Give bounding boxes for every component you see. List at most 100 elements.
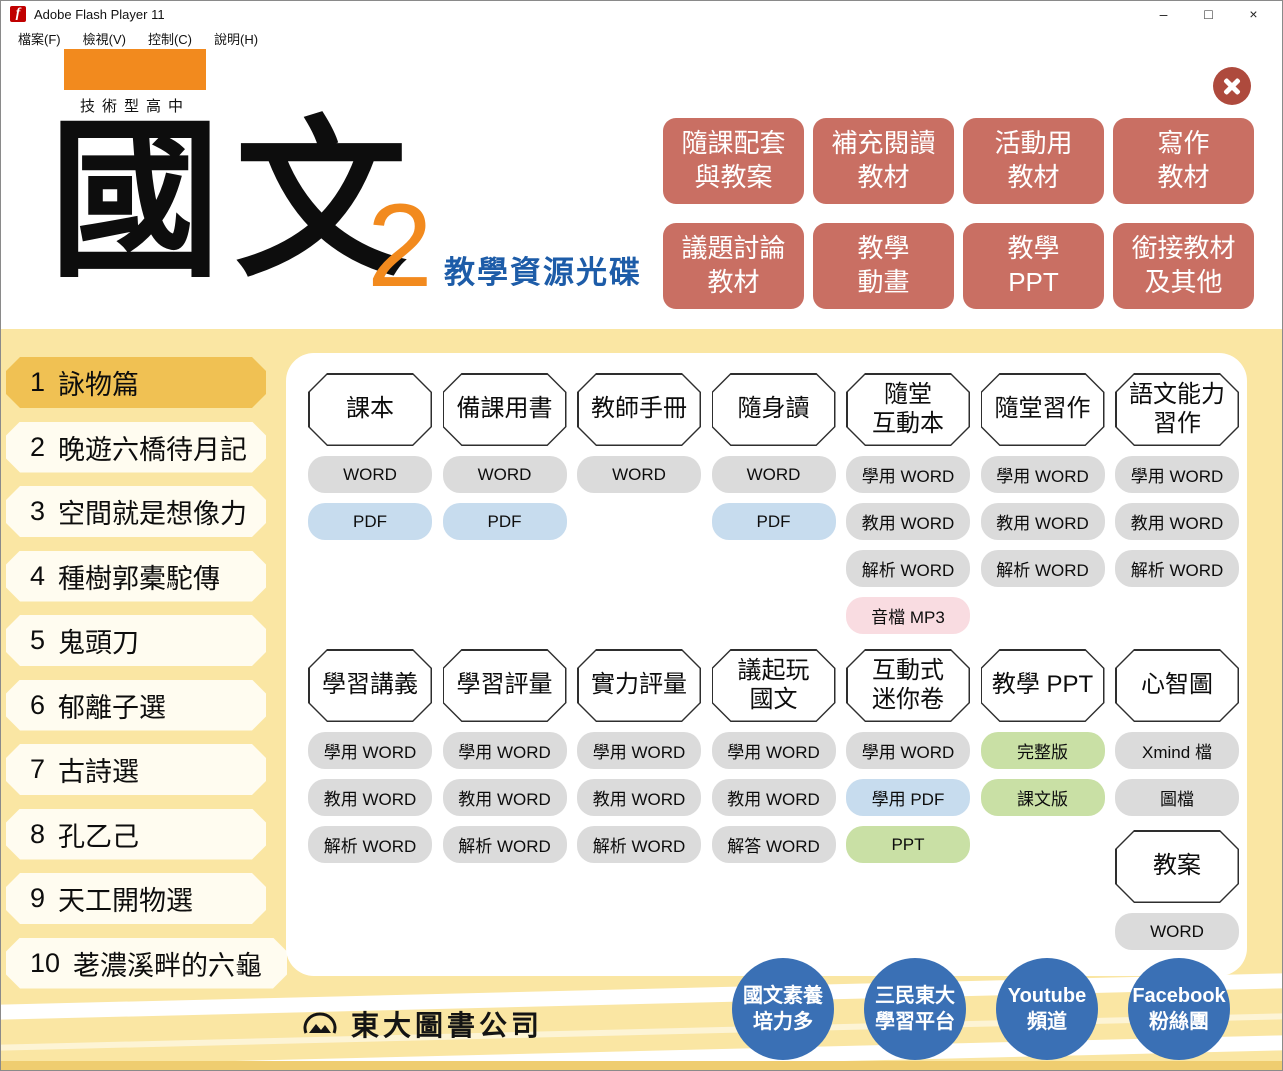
file-button[interactable]: 學用 WORD <box>981 456 1105 493</box>
footer-link-2[interactable]: Youtube頻道 <box>996 958 1098 1060</box>
file-button[interactable]: 教用 WORD <box>308 779 432 816</box>
sidebar-item-lesson-4[interactable]: 4種樹郭橐駝傳 <box>6 551 266 602</box>
file-button[interactable]: WORD <box>577 456 701 493</box>
file-button[interactable]: 解析 WORD <box>308 826 432 863</box>
file-button[interactable]: 學用 WORD <box>712 732 836 769</box>
file-button[interactable]: PDF <box>308 503 432 540</box>
minimize-button[interactable]: – <box>1141 1 1186 27</box>
footer-link-0[interactable]: 國文素養培力多 <box>732 958 834 1060</box>
file-button[interactable]: 解析 WORD <box>577 826 701 863</box>
resource-group-header[interactable]: 課本 <box>308 373 432 446</box>
resource-group-header[interactable]: 教案 <box>1115 830 1239 903</box>
sidebar-item-lesson-2[interactable]: 2晚遊六橋待月記 <box>6 422 266 473</box>
resource-group-header[interactable]: 互動式迷你卷 <box>846 649 970 722</box>
category-button-label: 教材 <box>857 161 909 195</box>
footer-link-label: 頻道 <box>1027 1009 1067 1035</box>
file-button[interactable]: WORD <box>308 456 432 493</box>
file-button[interactable]: PDF <box>712 503 836 540</box>
file-button[interactable]: 解析 WORD <box>846 550 970 587</box>
resource-group-header-label: 隨身讀 <box>713 375 834 445</box>
category-button-label: 教學 <box>1007 232 1059 266</box>
file-button[interactable]: 教用 WORD <box>712 779 836 816</box>
lesson-title: 荖濃溪畔的六龜 <box>73 944 262 983</box>
lesson-title: 郁離子選 <box>58 686 166 725</box>
footer-link-1[interactable]: 三民東大學習平台 <box>864 958 966 1060</box>
category-button-7[interactable]: 銜接教材及其他 <box>1113 223 1254 309</box>
file-button[interactable]: WORD <box>1115 913 1239 950</box>
footer-link-label: Facebook <box>1132 983 1225 1009</box>
footer-link-3[interactable]: Facebook粉絲團 <box>1128 958 1230 1060</box>
category-button-0[interactable]: 隨課配套與教案 <box>663 118 804 204</box>
file-button[interactable]: 解析 WORD <box>443 826 567 863</box>
resource-group-header[interactable]: 隨堂互動本 <box>846 373 970 446</box>
resource-group-header[interactable]: 學習評量 <box>443 649 567 722</box>
file-button[interactable]: 教用 WORD <box>981 503 1105 540</box>
file-button[interactable]: 學用 WORD <box>577 732 701 769</box>
file-button[interactable]: 學用 WORD <box>846 732 970 769</box>
file-button[interactable]: PPT <box>846 826 970 863</box>
sidebar-item-lesson-9[interactable]: 9天工開物選 <box>6 873 266 924</box>
category-button-4[interactable]: 議題討論教材 <box>663 223 804 309</box>
resource-group-header[interactable]: 語文能力習作 <box>1115 373 1239 446</box>
volume-number: 2 <box>367 187 433 305</box>
file-button[interactable]: PDF <box>443 503 567 540</box>
menu-item-1[interactable]: 檢視(V) <box>74 27 135 50</box>
resource-group-header[interactable]: 隨身讀 <box>712 373 836 446</box>
window-title: Adobe Flash Player 11 <box>34 7 165 22</box>
resource-group-header[interactable]: 備課用書 <box>443 373 567 446</box>
file-button[interactable]: 教用 WORD <box>846 503 970 540</box>
resource-group-header[interactable]: 隨堂習作 <box>981 373 1105 446</box>
file-button[interactable]: 解析 WORD <box>1115 550 1239 587</box>
file-button[interactable]: 解答 WORD <box>712 826 836 863</box>
sidebar-item-lesson-3[interactable]: 3空間就是想像力 <box>6 486 266 537</box>
file-button[interactable]: 解析 WORD <box>981 550 1105 587</box>
file-button[interactable]: Xmind 檔 <box>1115 732 1239 769</box>
file-button[interactable]: 學用 PDF <box>846 779 970 816</box>
category-button-grid: 隨課配套與教案補充閱讀教材活動用教材寫作教材議題討論教材教學動畫教學PPT銜接教… <box>663 118 1256 309</box>
category-button-5[interactable]: 教學動畫 <box>813 223 954 309</box>
sidebar-item-lesson-1[interactable]: 1詠物篇 <box>6 357 266 408</box>
file-button[interactable]: 圖檔 <box>1115 779 1239 816</box>
file-button[interactable]: 學用 WORD <box>1115 456 1239 493</box>
sidebar-item-lesson-7[interactable]: 7古詩選 <box>6 744 266 795</box>
file-button[interactable]: WORD <box>443 456 567 493</box>
resource-group-header[interactable]: 實力評量 <box>577 649 701 722</box>
menu-item-2[interactable]: 控制(C) <box>139 27 201 50</box>
lesson-number: 1 <box>30 367 45 398</box>
resource-group-header[interactable]: 學習講義 <box>308 649 432 722</box>
resource-group-header-label: 課本 <box>310 375 431 445</box>
menu-item-3[interactable]: 說明(H) <box>205 27 267 50</box>
resource-group-header[interactable]: 教學 PPT <box>981 649 1105 722</box>
resource-group-header[interactable]: 心智圖 <box>1115 649 1239 722</box>
maximize-button[interactable]: □ <box>1186 1 1231 27</box>
resource-group-header-line: 隨堂 <box>884 381 932 409</box>
close-icon[interactable] <box>1213 67 1251 105</box>
category-button-label: 動畫 <box>857 266 909 300</box>
file-button[interactable]: 完整版 <box>981 732 1105 769</box>
brand-logo-rect <box>64 49 206 90</box>
file-button[interactable]: 課文版 <box>981 779 1105 816</box>
close-window-button[interactable]: × <box>1231 1 1276 27</box>
category-button-2[interactable]: 活動用教材 <box>963 118 1104 204</box>
sidebar-item-lesson-8[interactable]: 8孔乙己 <box>6 809 266 860</box>
menu-item-0[interactable]: 檔案(F) <box>9 27 70 50</box>
sidebar-item-lesson-10[interactable]: 10荖濃溪畔的六龜 <box>6 938 287 989</box>
file-button[interactable]: 教用 WORD <box>443 779 567 816</box>
resource-column: 議起玩國文學用 WORD 教用 WORD 解答 WORD <box>712 649 836 863</box>
resource-column: 實力評量學用 WORD 教用 WORD 解析 WORD <box>577 649 701 863</box>
sidebar-item-lesson-5[interactable]: 5鬼頭刀 <box>6 615 266 666</box>
file-button[interactable]: 學用 WORD <box>846 456 970 493</box>
file-button[interactable]: 教用 WORD <box>577 779 701 816</box>
file-button[interactable]: 學用 WORD <box>308 732 432 769</box>
category-button-3[interactable]: 寫作教材 <box>1113 118 1254 204</box>
resource-group-header[interactable]: 教師手冊 <box>577 373 701 446</box>
file-button[interactable]: WORD <box>712 456 836 493</box>
sidebar-item-lesson-6[interactable]: 6郁離子選 <box>6 680 266 731</box>
category-button-1[interactable]: 補充閱讀教材 <box>813 118 954 204</box>
file-button[interactable]: 學用 WORD <box>443 732 567 769</box>
file-button[interactable]: 音檔 MP3 <box>846 597 970 634</box>
lesson-sidebar: 1詠物篇 2晚遊六橋待月記 3空間就是想像力 4種樹郭橐駝傳 5鬼頭刀 6郁離子選 7古詩選… <box>6 357 296 1002</box>
resource-group-header[interactable]: 議起玩國文 <box>712 649 836 722</box>
file-button[interactable]: 教用 WORD <box>1115 503 1239 540</box>
category-button-6[interactable]: 教學PPT <box>963 223 1104 309</box>
